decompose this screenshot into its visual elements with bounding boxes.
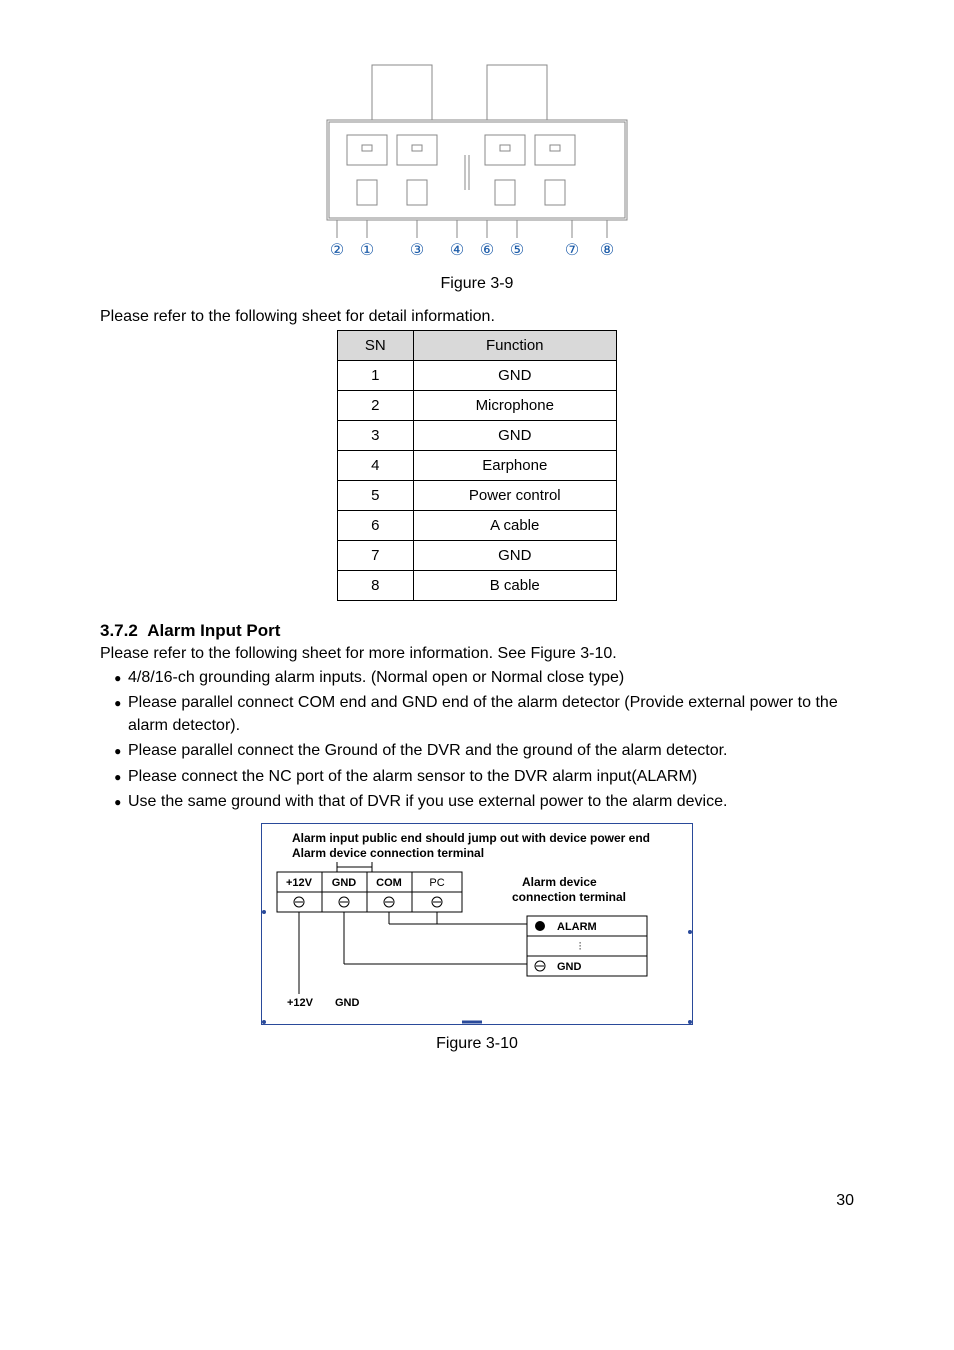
svg-text:ALARM: ALARM <box>557 921 597 933</box>
section-title-text: Alarm Input Port <box>147 621 280 640</box>
svg-text:COM: COM <box>376 877 402 889</box>
table-row: 1GND <box>338 361 617 391</box>
alarm-top-text-2: Alarm device connection terminal <box>292 846 484 860</box>
table-row: 7GND <box>338 541 617 571</box>
svg-text:GND: GND <box>335 997 360 1009</box>
alarm-top-text-1: Alarm input public end should jump out w… <box>292 831 650 845</box>
label-2: ② <box>330 242 344 259</box>
svg-text:⫶: ⫶ <box>579 941 582 953</box>
table-row: 5Power control <box>338 481 617 511</box>
label-8: ⑧ <box>600 242 614 259</box>
figure-3-9-caption: Figure 3-9 <box>100 275 854 293</box>
section-intro: Please refer to the following sheet for … <box>100 645 854 663</box>
svg-text:PC: PC <box>429 877 444 889</box>
alarm-device-label: Alarm device <box>522 875 597 889</box>
table-row: 2Microphone <box>338 391 617 421</box>
table-header-function: Function <box>413 331 616 361</box>
list-item: Please parallel connect the Ground of th… <box>128 740 854 762</box>
svg-text:+12V: +12V <box>286 877 313 889</box>
list-item: 4/8/16-ch grounding alarm inputs. (Norma… <box>128 667 854 689</box>
svg-text:+12V: +12V <box>287 997 314 1009</box>
intro-paragraph: Please refer to the following sheet for … <box>100 308 854 326</box>
label-7: ⑦ <box>565 242 579 259</box>
label-3: ③ <box>410 242 424 259</box>
list-item: Use the same ground with that of DVR if … <box>128 791 854 813</box>
page-container: ② ① ③ ④ ⑥ ⑤ ⑦ ⑧ Figure 3-9 Please refer … <box>0 0 954 1250</box>
list-item: Please connect the NC port of the alarm … <box>128 766 854 788</box>
table-row: 3GND <box>338 421 617 451</box>
label-5: ⑤ <box>510 242 524 259</box>
table-row: 6A cable <box>338 511 617 541</box>
bullet-list: 4/8/16-ch grounding alarm inputs. (Norma… <box>100 667 854 813</box>
label-4: ④ <box>450 242 464 259</box>
label-1: ① <box>360 242 374 259</box>
figure-3-10-caption: Figure 3-10 <box>100 1035 854 1053</box>
page-number: 30 <box>836 1192 854 1210</box>
sn-function-table: SN Function 1GND 2Microphone 3GND 4Earph… <box>337 330 617 601</box>
section-number: 3.7.2 <box>100 621 138 640</box>
alarm-device-terminal-label: connection terminal <box>512 890 626 904</box>
svg-text:GND: GND <box>557 961 582 973</box>
connector-diagram: ② ① ③ ④ ⑥ ⑤ ⑦ ⑧ <box>317 60 637 260</box>
section-heading: 3.7.2 Alarm Input Port <box>100 621 854 641</box>
svg-text:GND: GND <box>332 877 357 889</box>
label-6: ⑥ <box>480 242 494 259</box>
table-row: 8B cable <box>338 571 617 601</box>
list-item: Please parallel connect COM end and GND … <box>128 692 854 737</box>
table-header-sn: SN <box>338 331 414 361</box>
alarm-wiring-diagram: Alarm input public end should jump out w… <box>261 823 693 1025</box>
table-row: 4Earphone <box>338 451 617 481</box>
